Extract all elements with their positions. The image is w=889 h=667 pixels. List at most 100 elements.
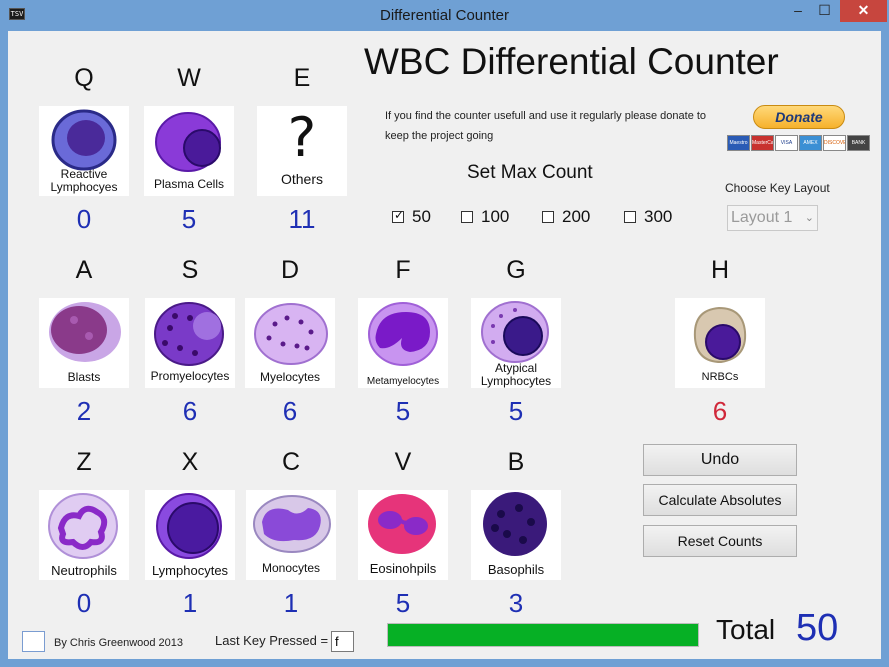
total-label: Total [716,614,776,645]
max-count-option-200[interactable]: 200 [542,207,590,227]
total-value: 50 [796,607,839,649]
cell-key: B [507,448,525,476]
count-progress-bar [387,623,699,647]
checkbox-50[interactable]: ✓ [392,208,405,223]
cell-count: 5 [508,396,524,426]
cell-label: Others [280,171,323,187]
cell-count: 0 [76,204,92,234]
calculate-absolutes-button[interactable]: Calculate Absolutes [643,484,797,516]
maximize-button[interactable]: ☐ [811,0,838,22]
blast-image[interactable]: Blasts [39,298,129,388]
atypical-lymphocyte-image[interactable]: Atypical Lymphocytes [471,298,561,388]
cell-count: 6 [282,396,298,426]
cell-key: Q [74,64,94,92]
reactive-lymphocyte-image[interactable]: Reactive Lymphocyes [39,106,129,196]
chevron-down-icon: ⌄ [804,212,814,224]
cell-count: 11 [288,204,316,234]
undo-button[interactable]: Undo [643,444,797,476]
max-count-option-label: 200 [562,207,591,226]
minimize-button[interactable]: – [785,0,811,22]
others-image[interactable]: ? Others [257,106,347,196]
cell-count: 2 [76,396,92,426]
question-mark-icon: ? [287,106,317,169]
promyelocyte-image[interactable]: Promyelocytes [145,298,235,388]
cell-label: Blasts [67,370,101,384]
cell-key: D [280,256,300,284]
cell-key: H [710,256,730,284]
cell-count: 6 [182,396,198,426]
cell-label: Atypical Lymphocytes [480,361,552,388]
max-count-option-100[interactable]: 100 [461,207,509,227]
checkbox-100[interactable] [461,211,473,223]
cell-key: Z [76,448,92,476]
cell-key: A [75,256,93,284]
lymphocyte-image[interactable]: Lymphocytes [145,490,235,580]
author-checkbox[interactable] [22,631,45,652]
nrbc-image[interactable]: NRBCs [675,298,765,388]
cell-label: Plasma Cells [153,177,225,191]
checkbox-200[interactable] [542,211,554,223]
key-layout-label: Choose Key Layout [725,181,830,195]
cell-label: Reactive Lymphocyes [50,167,118,194]
visa-card-icon: VISA [775,135,798,151]
donate-button[interactable]: Donate [753,105,845,129]
mastercard-card-icon: MasterCard [751,135,774,151]
cell-count: 1 [283,588,299,618]
key-layout-select[interactable]: Layout 1 ⌄ [727,205,818,231]
cell-key: F [395,256,411,284]
basophil-image[interactable]: Basophils [471,490,561,580]
cell-label: Lymphocytes [151,563,229,578]
cell-count: 0 [76,588,92,618]
plasma-cell-image[interactable]: Plasma Cells [144,106,234,196]
cell-count: 5 [395,396,411,426]
cell-label: Eosinohpils [369,561,437,576]
discover-card-icon: DISCOVER [823,135,846,151]
max-count-option-50[interactable]: ✓ 50 [392,207,431,227]
cell-label: NRBCs [701,371,739,383]
author-credit: By Chris Greenwood 2013 [54,637,184,649]
monocyte-image[interactable]: Monocytes [246,490,336,580]
metamyelocyte-image[interactable]: Metamyelocytes [358,298,448,388]
cell-label: Promyelocytes [150,369,230,383]
app-window: TSV Differential Counter – ☐ ✕ WBC Diffe… [0,0,889,667]
bank-card-icon: BANK [847,135,870,151]
title-bar[interactable]: TSV Differential Counter – ☐ ✕ [0,0,889,31]
cell-label: Monocytes [261,561,321,575]
cell-count: 6 [712,396,728,426]
eosinophil-image[interactable]: Eosinohpils [358,490,448,580]
cell-key: G [506,256,526,284]
payment-cards: Maestro MasterCard VISA AMEX DISCOVER BA… [727,135,873,151]
cell-label: Neutrophils [51,563,117,578]
myelocyte-image[interactable]: Myelocytes [245,298,335,388]
key-layout-value: Layout 1 [731,209,793,226]
maestro-card-icon: Maestro [727,135,750,151]
donate-text-line1: If you find the counter usefull and use … [385,110,707,122]
last-key-field[interactable]: f [331,631,354,652]
max-count-option-label: 50 [412,207,431,226]
max-count-option-label: 100 [481,207,510,226]
window-title: Differential Counter [380,7,509,24]
cell-key: V [394,448,412,476]
cell-label: Metamyelocytes [366,376,440,387]
amex-card-icon: AMEX [799,135,822,151]
progress-fill [388,624,698,646]
cell-key: X [181,448,199,476]
client-area: WBC Differential Counter If you find the… [8,31,881,659]
cell-count: 5 [181,204,197,234]
checkbox-300[interactable] [624,211,636,223]
cell-key: S [181,256,199,284]
max-count-option-label: 300 [644,207,673,226]
check-mark-icon: ✓ [394,208,405,222]
cell-label: Basophils [487,562,545,577]
cell-key: C [281,448,301,476]
app-title: WBC Differential Counter [364,41,779,82]
close-button[interactable]: ✕ [840,0,887,22]
neutrophil-image[interactable]: Neutrophils [39,490,129,580]
cell-count: 1 [182,588,198,618]
set-max-count-title: Set Max Count [467,162,593,183]
last-key-label: Last Key Pressed = [215,633,329,648]
reset-counts-button[interactable]: Reset Counts [643,525,797,557]
donate-text-line2: keep the project going [385,130,494,142]
cell-label: Myelocytes [259,370,321,384]
max-count-option-300[interactable]: 300 [624,207,672,227]
